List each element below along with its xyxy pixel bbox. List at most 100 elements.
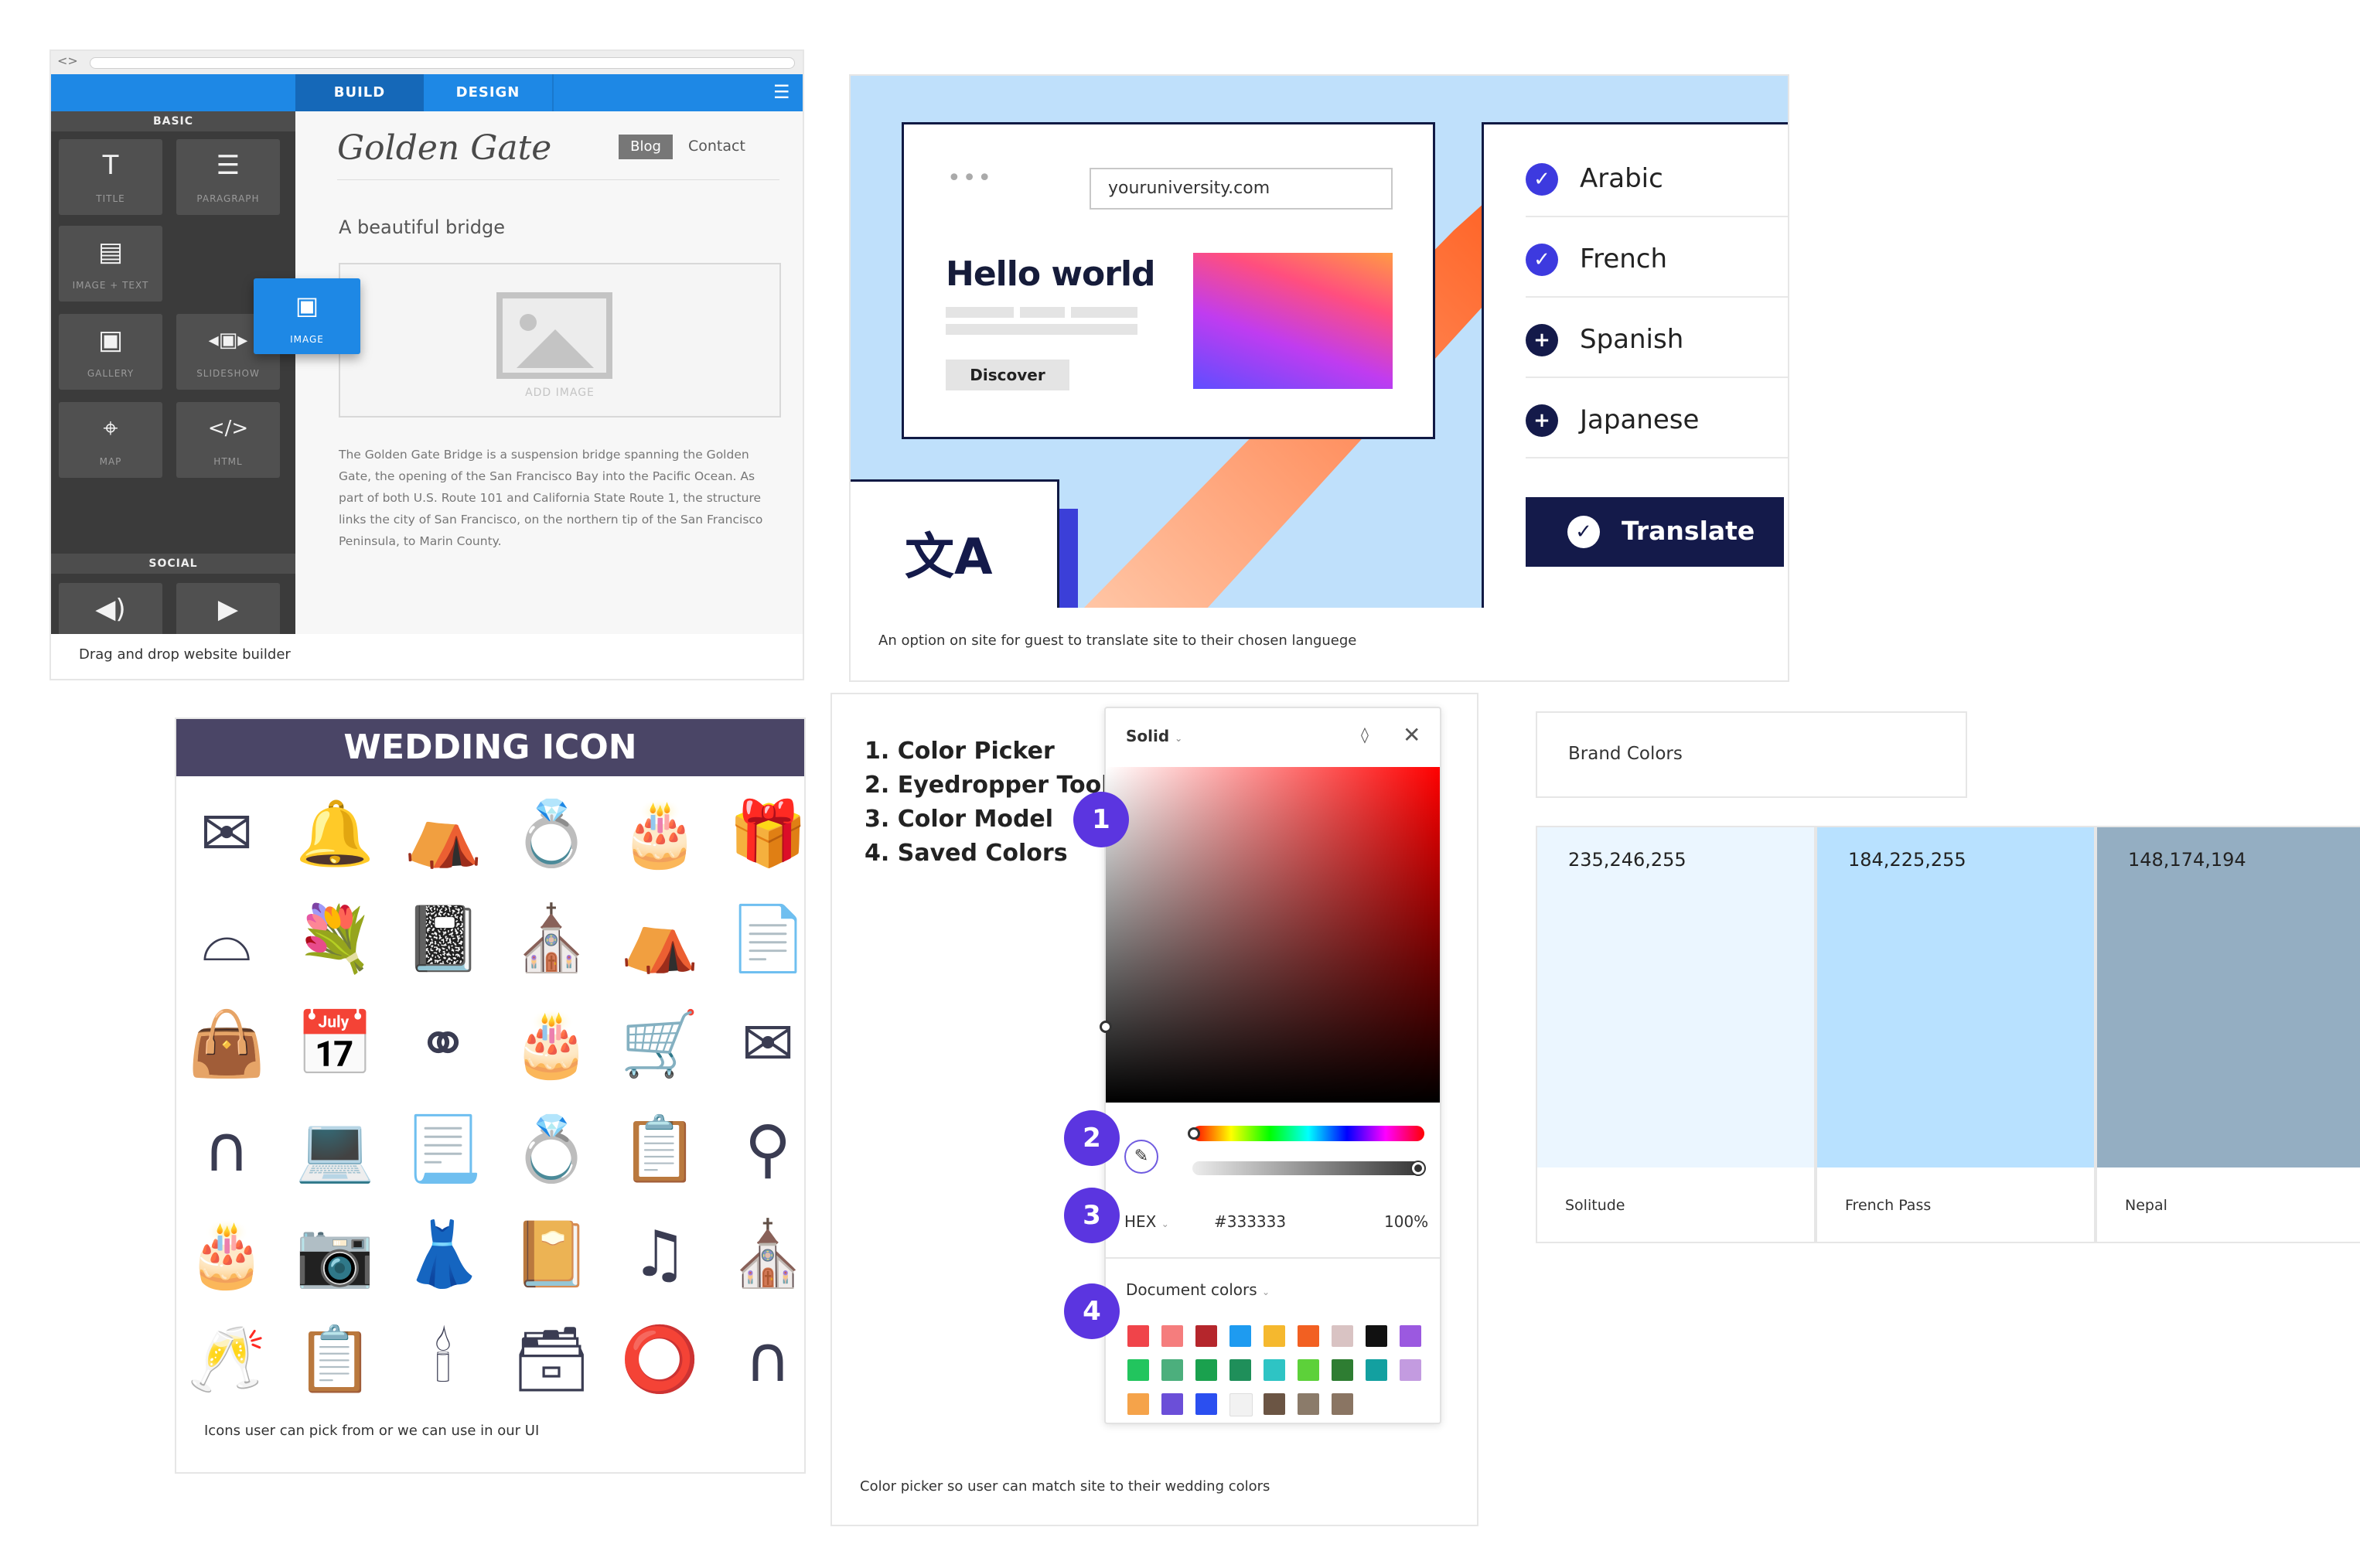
- rsvp-icon[interactable]: ✉: [184, 792, 269, 877]
- saved-color-swatch[interactable]: [1332, 1359, 1353, 1381]
- tile-html[interactable]: </> HTML: [176, 402, 280, 478]
- social-tile-audio[interactable]: ◀): [59, 583, 162, 634]
- nav-arrows-icon[interactable]: <>: [57, 53, 78, 68]
- close-icon[interactable]: ✕: [1403, 722, 1420, 748]
- audio-icon: ◀): [95, 594, 126, 625]
- saturation-field[interactable]: [1106, 767, 1440, 1103]
- banquet-table-icon[interactable]: ⛺: [617, 897, 702, 982]
- saved-color-swatch[interactable]: [1366, 1325, 1387, 1347]
- notebook-icon[interactable]: 📓: [401, 897, 486, 982]
- saved-color-swatch[interactable]: [1400, 1359, 1421, 1381]
- tile-gallery[interactable]: ▣ GALLERY: [59, 314, 162, 390]
- dinner-table-icon[interactable]: ⛺: [401, 792, 486, 877]
- saved-color-swatch[interactable]: [1298, 1393, 1319, 1415]
- candle-icon[interactable]: 🕯: [401, 1317, 486, 1403]
- saved-color-swatch[interactable]: [1161, 1325, 1183, 1347]
- church-icon[interactable]: ⛪: [725, 1212, 810, 1297]
- hamburger-menu-icon[interactable]: ☰: [773, 83, 790, 101]
- nav-blog-button[interactable]: Blog: [619, 135, 673, 159]
- saved-color-swatch[interactable]: [1332, 1325, 1353, 1347]
- saved-color-swatch[interactable]: [1229, 1393, 1253, 1416]
- diamond-ring-icon[interactable]: 💍: [509, 1107, 594, 1192]
- saved-color-swatch[interactable]: [1127, 1393, 1149, 1415]
- guest-book-icon[interactable]: 📔: [509, 1212, 594, 1297]
- saved-color-swatch[interactable]: [1195, 1359, 1217, 1381]
- alpha-handle[interactable]: [1412, 1162, 1424, 1174]
- tile-map[interactable]: ⌖ MAP: [59, 402, 162, 478]
- flower-arch-icon[interactable]: ∩: [184, 1107, 269, 1192]
- wedding-laptop-icon[interactable]: 💻: [292, 1107, 377, 1192]
- dragging-image-tile[interactable]: ▣ IMAGE: [254, 278, 360, 354]
- language-panel: ✓ Arabic ✓ French + Spanish + Japanese ✓ Transl…: [1482, 122, 1788, 608]
- checklist-icon[interactable]: 📋: [617, 1107, 702, 1192]
- saved-color-swatch[interactable]: [1264, 1325, 1285, 1347]
- social-tile-video[interactable]: ▶: [176, 583, 280, 634]
- tile-title[interactable]: T TITLE: [59, 139, 162, 215]
- image-icon: ▣: [295, 291, 319, 320]
- hue-handle[interactable]: [1188, 1127, 1200, 1140]
- video-icon: ▶: [217, 594, 239, 625]
- saved-color-swatch[interactable]: [1195, 1393, 1217, 1415]
- love-letter-icon[interactable]: 📃: [401, 1107, 486, 1192]
- saved-color-swatch[interactable]: [1264, 1393, 1285, 1415]
- schedule-clipboard-icon[interactable]: 📋: [292, 1317, 377, 1403]
- gradient-image: [1193, 253, 1393, 389]
- saved-color-swatch[interactable]: [1400, 1325, 1421, 1347]
- music-notes-icon[interactable]: ♫: [617, 1212, 702, 1297]
- rings-icon[interactable]: 💍: [509, 792, 594, 877]
- cake-stand-icon[interactable]: ⌓: [184, 897, 269, 982]
- section-basic: BASIC: [51, 111, 295, 131]
- tab-design[interactable]: DESIGN: [424, 74, 552, 111]
- saved-color-swatch[interactable]: [1161, 1393, 1183, 1415]
- ring-plate-icon[interactable]: ⭕: [617, 1317, 702, 1403]
- table-centerpiece-icon[interactable]: ⚲: [725, 1107, 810, 1192]
- saturation-handle[interactable]: [1100, 1021, 1112, 1033]
- ring-pair-icon[interactable]: ⚭: [401, 1002, 486, 1087]
- wedding-cake-icon[interactable]: 🎂: [617, 792, 702, 877]
- address-bar[interactable]: [90, 57, 795, 69]
- invitation-icon[interactable]: ✉: [725, 1002, 810, 1087]
- gift-bag-icon[interactable]: 👜: [184, 1002, 269, 1087]
- saved-color-swatch[interactable]: [1195, 1325, 1217, 1347]
- photographer-icon[interactable]: 📷: [292, 1212, 377, 1297]
- saved-color-swatch[interactable]: [1366, 1359, 1387, 1381]
- nav-contact-link[interactable]: Contact: [688, 138, 745, 155]
- hex-input[interactable]: #333333: [1214, 1212, 1286, 1231]
- tile-image-text[interactable]: ▤ IMAGE + TEXT: [59, 226, 162, 302]
- gift-box-icon[interactable]: 🎁: [725, 792, 810, 877]
- opacity-input[interactable]: 100%: [1384, 1212, 1428, 1231]
- opacity-drop-icon[interactable]: ◊: [1361, 725, 1369, 744]
- saved-color-swatch[interactable]: [1229, 1359, 1251, 1381]
- saved-color-swatch[interactable]: [1161, 1359, 1183, 1381]
- color-model-select[interactable]: HEX ⌄: [1124, 1212, 1169, 1231]
- wedding-dress-icon[interactable]: 👗: [401, 1212, 486, 1297]
- tab-build[interactable]: BUILD: [295, 74, 424, 111]
- tile-paragraph[interactable]: ☰ PARAGRAPH: [176, 139, 280, 215]
- tiered-cake-icon[interactable]: 🎂: [509, 1002, 594, 1087]
- text-line: [946, 307, 1014, 318]
- saved-color-swatch[interactable]: [1229, 1325, 1251, 1347]
- bouquet-icon[interactable]: 💐: [292, 897, 377, 982]
- saved-color-swatch[interactable]: [1127, 1359, 1149, 1381]
- hue-slider[interactable]: [1192, 1126, 1424, 1141]
- fill-type-select[interactable]: Solid ⌄: [1126, 727, 1182, 745]
- heart-cake-icon[interactable]: 🎂: [184, 1212, 269, 1297]
- toast-glasses-icon[interactable]: 🥂: [184, 1317, 269, 1403]
- carriage-icon[interactable]: 🛒: [617, 1002, 702, 1087]
- wedding-bells-icon[interactable]: 🔔: [292, 792, 377, 877]
- image-drop-zone[interactable]: ADD IMAGE: [339, 263, 781, 418]
- calendar-icon[interactable]: 📅: [292, 1002, 377, 1087]
- saved-color-swatch[interactable]: [1332, 1393, 1353, 1415]
- alpha-slider[interactable]: [1192, 1161, 1424, 1175]
- saved-color-swatch[interactable]: [1127, 1325, 1149, 1347]
- eyedropper-icon[interactable]: ✎: [1124, 1140, 1158, 1174]
- chapel-arch-icon[interactable]: ⛪: [509, 897, 594, 982]
- garden-arch-icon[interactable]: ∩: [725, 1317, 810, 1403]
- document-colors-select[interactable]: Document colors ⌄: [1126, 1280, 1270, 1299]
- certificate-icon[interactable]: 📄: [725, 897, 810, 982]
- saved-color-swatch[interactable]: [1264, 1359, 1285, 1381]
- saved-color-swatch[interactable]: [1298, 1359, 1319, 1381]
- brand-colors-title: Brand Colors: [1568, 744, 1683, 764]
- ring-box-icon[interactable]: 🗃: [509, 1317, 594, 1403]
- saved-color-swatch[interactable]: [1298, 1325, 1319, 1347]
